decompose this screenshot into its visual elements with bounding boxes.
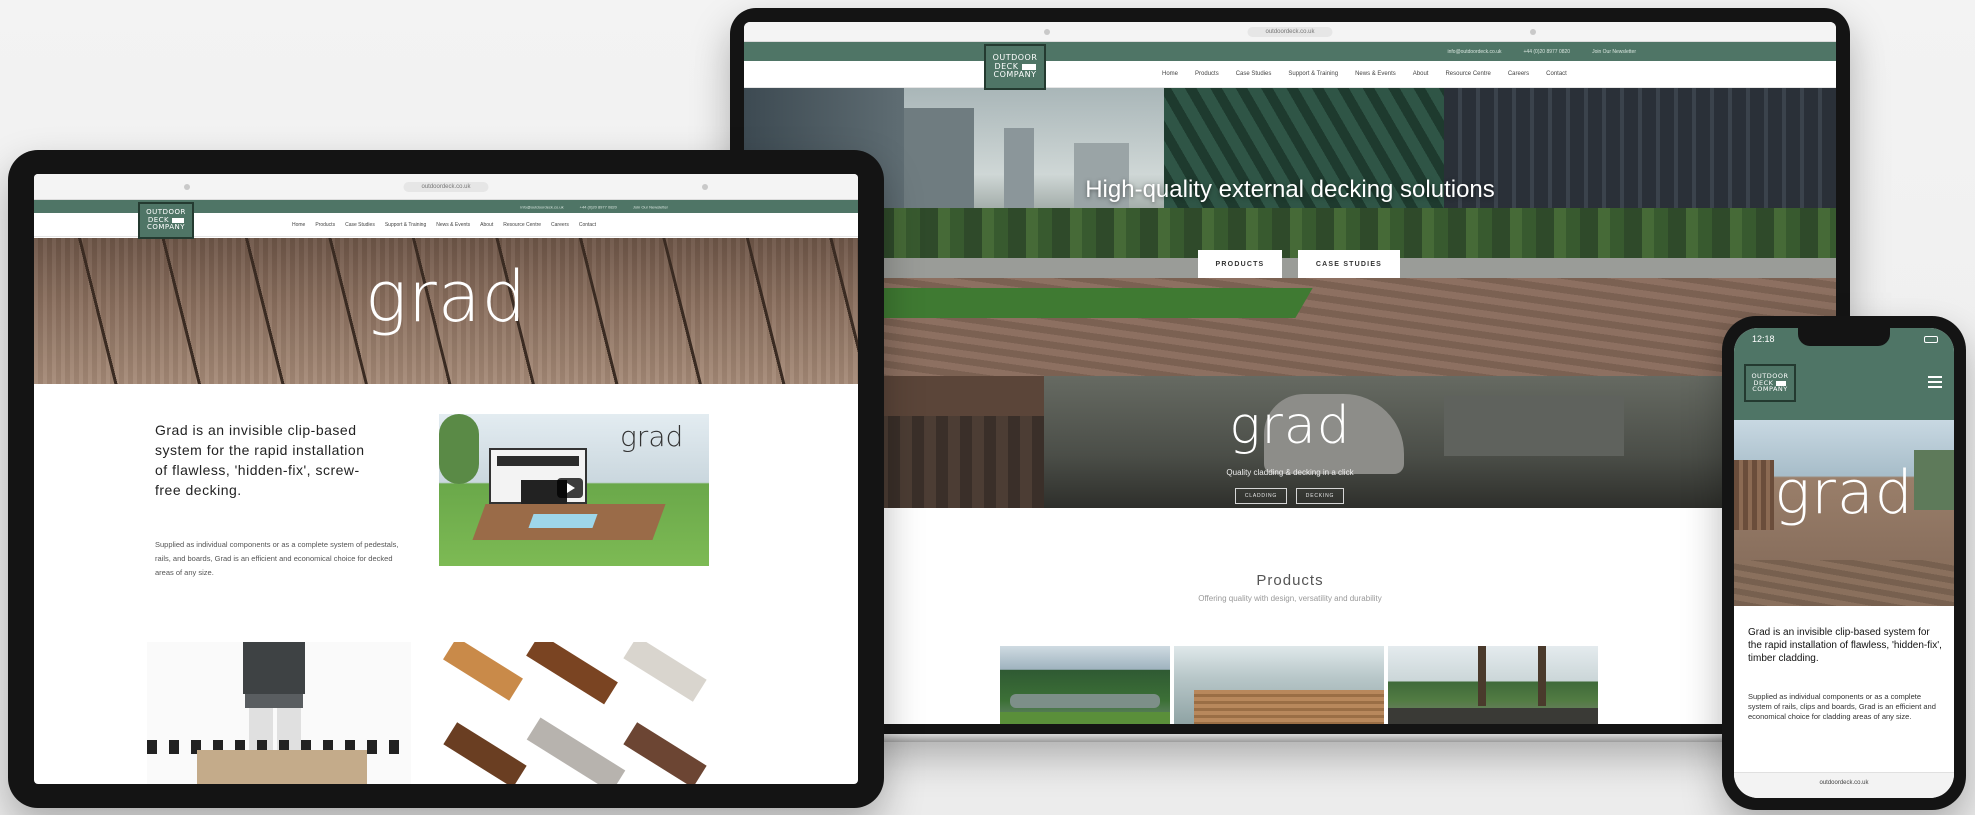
tablet-topbar-newsletter[interactable]: Join Our Newsletter <box>633 204 668 209</box>
topbar-email[interactable]: info@outdoordeck.co.uk <box>1448 49 1502 55</box>
battery-icon <box>1924 336 1938 343</box>
laptop-topbar: info@outdoordeck.co.uk +44 (0)20 8977 08… <box>744 42 1836 61</box>
product-card-3[interactable] <box>1388 646 1598 724</box>
laptop-hero-title: High-quality external decking solutions <box>1085 176 1495 203</box>
tablet-nav-item-support-training[interactable]: Support & Training <box>385 222 426 228</box>
tablet-browser-bar: outdoordeck.co.uk <box>34 174 858 200</box>
laptop-nav-item-contact[interactable]: Contact <box>1546 71 1567 77</box>
phone-intro-heading: Grad is an invisible clip-based system f… <box>1748 627 1942 664</box>
tablet-hero-word: grad <box>364 256 528 338</box>
tablet-intro-body: Supplied as individual components or as … <box>155 540 399 577</box>
laptop-screen: outdoordeck.co.uk info@outdoordeck.co.uk… <box>744 22 1836 724</box>
phone-device: 12:18 OUTDOOR DECK COMPANY grad Grad is … <box>1722 316 1966 810</box>
laptop-logo[interactable]: OUTDOOR DECK COMPANY <box>984 44 1046 90</box>
phone-intro-body: Supplied as individual components or as … <box>1748 692 1936 721</box>
product-card-2[interactable] <box>1174 646 1384 724</box>
products-button[interactable]: PRODUCTS <box>1198 250 1282 278</box>
phone-url-field[interactable]: outdoordeck.co.uk <box>1734 780 1954 786</box>
products-subtitle: Offering quality with design, versatilit… <box>1198 594 1382 603</box>
laptop-nav-item-products[interactable]: Products <box>1195 71 1219 77</box>
topbar-phone[interactable]: +44 (0)20 8977 0820 <box>1524 49 1571 55</box>
laptop-nav-item-support-training[interactable]: Support & Training <box>1288 71 1338 77</box>
phone-notch <box>1798 328 1890 346</box>
laptop-nav-item-about[interactable]: About <box>1413 71 1429 77</box>
tablet-board-samples-image <box>438 642 710 784</box>
phone-logo[interactable]: OUTDOOR DECK COMPANY <box>1744 364 1796 402</box>
phone-status-bar: 12:18 <box>1734 328 1954 352</box>
laptop-browser-bar: outdoordeck.co.uk <box>744 22 1836 42</box>
phone-screen: 12:18 OUTDOOR DECK COMPANY grad Grad is … <box>1734 328 1954 798</box>
tablet-video-logo: grad <box>620 420 684 453</box>
tablet-nav-item-contact[interactable]: Contact <box>579 222 596 228</box>
laptop-nav-menu: Home Products Case Studies Support & Traini… <box>1162 71 1567 77</box>
laptop-grad-word: grad <box>1229 396 1351 456</box>
tablet-screen: outdoordeck.co.uk info@outdoordeck.co.uk… <box>34 174 858 784</box>
case-studies-button[interactable]: CASE STUDIES <box>1298 250 1400 278</box>
laptop-nav-item-careers[interactable]: Careers <box>1508 71 1529 77</box>
tablet-nav-item-home[interactable]: Home <box>292 222 305 228</box>
tablet-logo[interactable]: OUTDOOR DECK COMPANY <box>138 202 194 239</box>
tablet-url-field[interactable]: outdoordeck.co.uk <box>403 181 489 192</box>
product-card-1[interactable] <box>1000 646 1170 724</box>
tablet-feet-on-deck-image <box>147 642 411 784</box>
laptop-grad-tagline: Quality cladding & decking in a click <box>1226 468 1354 477</box>
laptop-nav-item-news-events[interactable]: News & Events <box>1355 71 1396 77</box>
tablet-nav-item-about[interactable]: About <box>480 222 493 228</box>
tablet-nav-item-products[interactable]: Products <box>315 222 335 228</box>
laptop-nav-item-home[interactable]: Home <box>1162 71 1178 77</box>
tablet-intro-heading: Grad is an invisible clip-based system f… <box>155 422 365 498</box>
play-icon[interactable] <box>557 478 583 498</box>
products-heading: Products <box>1256 572 1324 589</box>
tablet-device: outdoordeck.co.uk info@outdoordeck.co.uk… <box>8 150 884 808</box>
tablet-nav-item-careers[interactable]: Careers <box>551 222 569 228</box>
laptop-nav-item-resource-centre[interactable]: Resource Centre <box>1445 71 1490 77</box>
laptop-device: outdoordeck.co.uk info@outdoordeck.co.uk… <box>690 8 1890 742</box>
phone-time: 12:18 <box>1752 334 1775 344</box>
cladding-button[interactable]: CLADDING <box>1235 488 1287 504</box>
laptop-hero-image <box>744 88 1836 376</box>
laptop-nav-item-case-studies[interactable]: Case Studies <box>1236 71 1272 77</box>
tablet-nav-item-case-studies[interactable]: Case Studies <box>345 222 375 228</box>
tablet-nav-item-resource-centre[interactable]: Resource Centre <box>503 222 541 228</box>
hamburger-menu-icon[interactable] <box>1928 376 1942 388</box>
tablet-nav-menu: Home Products Case Studies Support & Traini… <box>292 222 596 228</box>
tablet-topbar-email[interactable]: info@outdoordeck.co.uk <box>520 204 563 209</box>
phone-url-bar[interactable]: outdoordeck.co.uk <box>1734 772 1954 798</box>
tablet-topbar-phone[interactable]: +44 (0)20 8977 0820 <box>580 204 617 209</box>
topbar-newsletter[interactable]: Join Our Newsletter <box>1592 49 1636 55</box>
laptop-url-field[interactable]: outdoordeck.co.uk <box>1247 26 1333 37</box>
phone-hero-word: grad <box>1774 458 1914 528</box>
laptop-navbar: Home Products Case Studies Support & Traini… <box>744 61 1836 88</box>
tablet-nav-item-news-events[interactable]: News & Events <box>436 222 470 228</box>
decking-button[interactable]: DECKING <box>1296 488 1344 504</box>
